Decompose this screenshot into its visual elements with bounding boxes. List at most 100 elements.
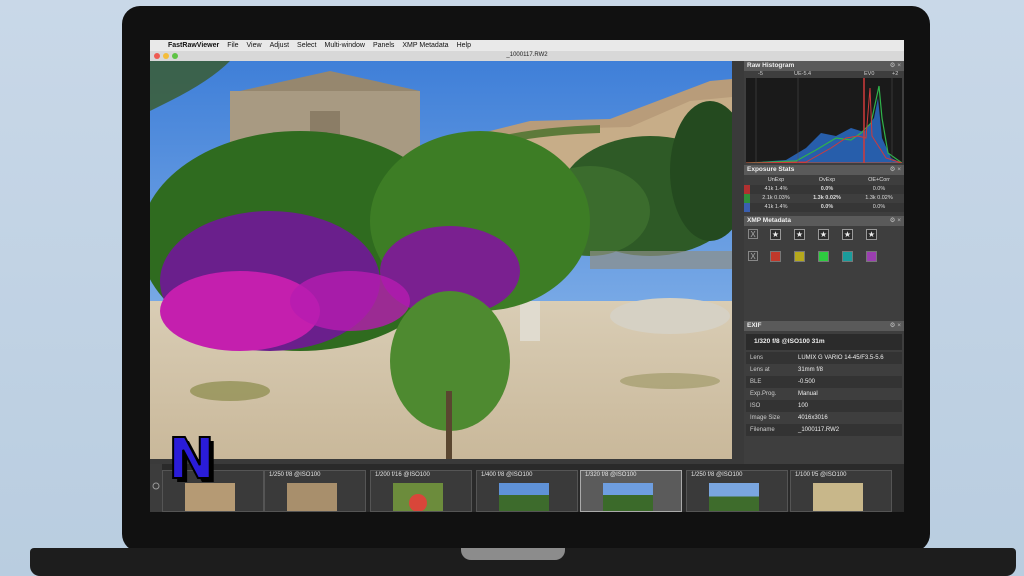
- red-channel-swatch: [744, 185, 750, 194]
- film-thumb[interactable]: 1/250 f/8 @ISO100: [264, 470, 366, 512]
- exif-row: ISO 100: [746, 400, 902, 412]
- menu-adjust[interactable]: Adjust: [270, 42, 289, 49]
- window-title: _1000117.RW2: [506, 52, 548, 58]
- menu-xmp-metadata[interactable]: XMP Metadata: [402, 42, 448, 49]
- exif-header[interactable]: EXIF ⚙ ×: [744, 321, 904, 331]
- stat-cell: 0.0%: [820, 186, 834, 192]
- stats-row-red: 41k 1.4% 0.0% 0.0%: [744, 185, 904, 194]
- stat-cell: 1.3k 0.02%: [813, 195, 841, 201]
- menu-file[interactable]: File: [227, 42, 238, 49]
- xmp-metadata-header[interactable]: XMP Metadata ⚙ ×: [744, 216, 904, 226]
- landscape-photo: [150, 61, 732, 459]
- exif-value: 4016x3016: [798, 415, 828, 421]
- histogram-header[interactable]: Raw Histogram ⚙ ×: [744, 61, 904, 71]
- app-screen: FastRawViewer File View Adjust Select Mu…: [150, 40, 904, 512]
- exif-value: 31mm f/8: [798, 367, 824, 373]
- exposure-stats-title: Exposure Stats: [747, 166, 795, 173]
- main-image-view[interactable]: [150, 61, 732, 459]
- window-titlebar: _1000117.RW2: [150, 51, 904, 61]
- panel-controls-icon[interactable]: ⚙ ×: [890, 321, 901, 331]
- raw-histogram[interactable]: [745, 78, 904, 164]
- laptop-notch: [461, 548, 565, 560]
- teal-label-button[interactable]: [842, 251, 853, 262]
- stat-cell: 1.3k 0.02%: [865, 195, 893, 201]
- stats-row-green: 2.1k 0.03% 1.3k 0.02% 1.3k 0.02%: [744, 194, 904, 203]
- histogram-title: Raw Histogram: [747, 62, 795, 69]
- reject-rating-button[interactable]: X: [748, 229, 758, 239]
- exposure-stats-table: UnExp OvExp OE+Corr 41k 1.4% 0.0% 0.0% 2…: [744, 176, 904, 212]
- exif-key: Exp.Prog.: [750, 391, 777, 397]
- exif-row: Lens LUMIX G VARIO 14-45/F3.5-5.6: [746, 352, 902, 364]
- stat-cell: 41k 1.4%: [764, 186, 788, 192]
- thumb-image: [709, 483, 759, 511]
- xmp-metadata-title: XMP Metadata: [747, 217, 791, 224]
- thumb-caption: 1/400 f/8 @ISO100: [481, 472, 533, 478]
- star-2-icon[interactable]: ★: [794, 229, 805, 240]
- stats-row-blue: 41k 1.4% 0.0% 0.0%: [744, 203, 904, 212]
- exif-value: -0.500: [798, 379, 816, 385]
- clear-color-label-button[interactable]: X: [748, 251, 758, 261]
- exif-value: _1000117.RW2: [798, 427, 840, 433]
- right-panel: Raw Histogram ⚙ × -5 UE-5.4 EV0 +2 Expos…: [744, 61, 904, 464]
- thumb-caption: 1/250 f/8 @ISO100: [269, 472, 321, 478]
- menu-help[interactable]: Help: [457, 42, 471, 49]
- purple-label-button[interactable]: [866, 251, 877, 262]
- exif-key: ISO: [750, 403, 761, 409]
- logo-letter: N: [168, 430, 215, 490]
- hist-tick: -5: [758, 71, 763, 77]
- menu-multi-window[interactable]: Multi-window: [325, 42, 365, 49]
- exif-value: 100: [798, 403, 809, 409]
- stats-header-row: UnExp OvExp OE+Corr: [744, 176, 904, 185]
- star-1-icon[interactable]: ★: [770, 229, 781, 240]
- stat-cell: 0.0%: [872, 186, 886, 192]
- app-name-menu[interactable]: FastRawViewer: [168, 42, 219, 49]
- star-3-icon[interactable]: ★: [818, 229, 829, 240]
- histogram-ticks: -5 UE-5.4 EV0 +2: [746, 71, 902, 78]
- exif-value: LUMIX G VARIO 14-45/F3.5-5.6: [798, 355, 884, 361]
- stat-cell: 0.0%: [872, 204, 886, 210]
- exif-key: Filename: [750, 427, 775, 433]
- col-ovexp: OvExp: [818, 177, 836, 183]
- star-5-icon[interactable]: ★: [866, 229, 877, 240]
- menu-select[interactable]: Select: [297, 42, 316, 49]
- exif-row: Exp.Prog. Manual: [746, 388, 902, 400]
- hist-tick: +2: [892, 71, 899, 77]
- exif-key: Lens: [750, 355, 764, 361]
- exif-row: Image Size 4016x3016: [746, 412, 902, 424]
- filmstrip-sidebar: [150, 464, 162, 512]
- yellow-label-button[interactable]: [794, 251, 805, 262]
- thumb-image: [813, 483, 863, 511]
- color-label-row: X: [744, 251, 904, 265]
- red-label-button[interactable]: [770, 251, 781, 262]
- star-4-icon[interactable]: ★: [842, 229, 853, 240]
- panel-controls-icon[interactable]: ⚙ ×: [890, 61, 901, 71]
- blue-channel-swatch: [744, 203, 750, 212]
- panel-controls-icon[interactable]: ⚙ ×: [890, 165, 901, 175]
- thumb-image: [499, 483, 549, 511]
- panel-controls-icon[interactable]: ⚙ ×: [890, 216, 901, 226]
- film-thumb-selected[interactable]: 1/320 f/8 @ISO100: [580, 470, 682, 512]
- film-thumb[interactable]: 1/250 f/8 @ISO100: [686, 470, 788, 512]
- thumb-caption: 1/320 f/8 @ISO100: [585, 472, 637, 478]
- stat-cell: 0.0%: [820, 204, 834, 210]
- thumb-caption: 1/100 f/5 @ISO100: [795, 472, 847, 478]
- exif-key: Lens at: [750, 367, 770, 373]
- green-label-button[interactable]: [818, 251, 829, 262]
- film-thumb[interactable]: 1/200 f/16 @ISO100: [370, 470, 472, 512]
- exif-row: BLE -0.500: [746, 376, 902, 388]
- stat-cell: 41k 1.4%: [764, 204, 788, 210]
- menubar: FastRawViewer File View Adjust Select Mu…: [150, 40, 904, 51]
- hist-tick: UE-5.4: [794, 71, 812, 77]
- exif-title: EXIF: [747, 322, 762, 329]
- exif-table: Lens LUMIX G VARIO 14-45/F3.5-5.6 Lens at…: [746, 352, 902, 436]
- rating-row: X ★ ★ ★ ★ ★: [744, 229, 904, 243]
- stat-cell: 2.1k 0.03%: [762, 195, 790, 201]
- exif-key: Image Size: [750, 415, 781, 421]
- col-oecorr: OE+Corr: [868, 177, 890, 183]
- menu-view[interactable]: View: [247, 42, 262, 49]
- film-thumb[interactable]: 1/100 f/5 @ISO100: [790, 470, 892, 512]
- menu-panels[interactable]: Panels: [373, 42, 394, 49]
- film-thumb[interactable]: 1/400 f/8 @ISO100: [476, 470, 578, 512]
- exposure-stats-header[interactable]: Exposure Stats ⚙ ×: [744, 165, 904, 175]
- filmstrip: 1/250 f/8 @ISO100 1/200 f/16 @ISO100 1/4…: [150, 464, 904, 512]
